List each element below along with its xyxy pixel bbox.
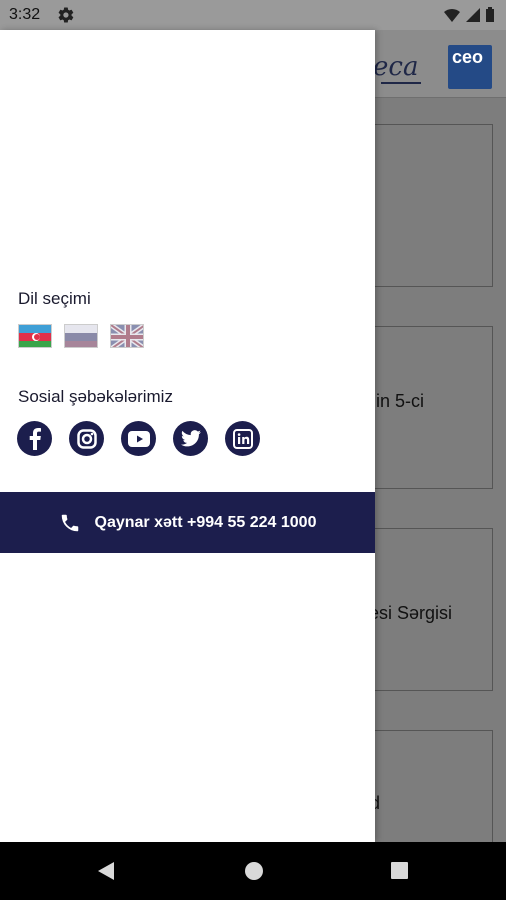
expo-logo-underline — [381, 82, 421, 84]
signal-icon — [466, 7, 480, 22]
social-section-title: Sosial şəbəkələrimiz — [18, 387, 173, 406]
background-card-4[interactable]: d — [375, 730, 493, 842]
youtube-icon[interactable] — [121, 421, 156, 456]
flag-azerbaijan-icon[interactable] — [18, 324, 52, 348]
linkedin-icon[interactable] — [225, 421, 260, 456]
language-flags — [18, 324, 144, 348]
twitter-icon[interactable] — [173, 421, 208, 456]
system-navigation-bar — [0, 842, 506, 900]
home-icon[interactable] — [244, 861, 264, 881]
gear-icon — [58, 7, 74, 23]
ceo-logo-text: ceo — [452, 47, 484, 67]
background-card-text: d — [375, 793, 380, 814]
background-card-text: in 5-ci — [375, 391, 424, 411]
social-links — [17, 421, 260, 456]
ceo-logo: ceo — [448, 45, 492, 89]
back-icon[interactable] — [96, 861, 116, 881]
flag-uk-icon[interactable] — [110, 324, 144, 348]
phone-icon — [61, 514, 78, 531]
facebook-icon[interactable] — [17, 421, 52, 456]
wifi-icon — [444, 8, 460, 22]
navigation-drawer: Dil seçimi Sosial şəbəkələrimiz Qaynar x… — [0, 30, 375, 842]
flag-russia-icon[interactable] — [64, 324, 98, 348]
background-app[interactable]: eca ceo in 5-ci esi Sərgisi d — [375, 30, 506, 842]
language-section-title: Dil seçimi — [18, 289, 91, 308]
background-card-2[interactable]: in 5-ci — [375, 326, 493, 489]
battery-icon — [486, 7, 494, 22]
status-right-icons — [444, 7, 494, 22]
recents-icon[interactable] — [390, 861, 409, 880]
status-time: 3:32 — [9, 6, 41, 23]
hotline-button[interactable]: Qaynar xətt +994 55 224 1000 — [0, 492, 375, 553]
expo-logo: eca — [375, 52, 419, 82]
background-card-1[interactable] — [375, 124, 493, 287]
background-card-text: esi Sərgisi — [375, 603, 452, 623]
status-bar: 3:32 — [0, 0, 506, 30]
hotline-label: Qaynar xətt +994 55 224 1000 — [94, 513, 317, 531]
background-app-header: eca ceo — [375, 30, 506, 98]
background-card-3[interactable]: esi Sərgisi — [375, 528, 493, 691]
instagram-icon[interactable] — [69, 421, 104, 456]
